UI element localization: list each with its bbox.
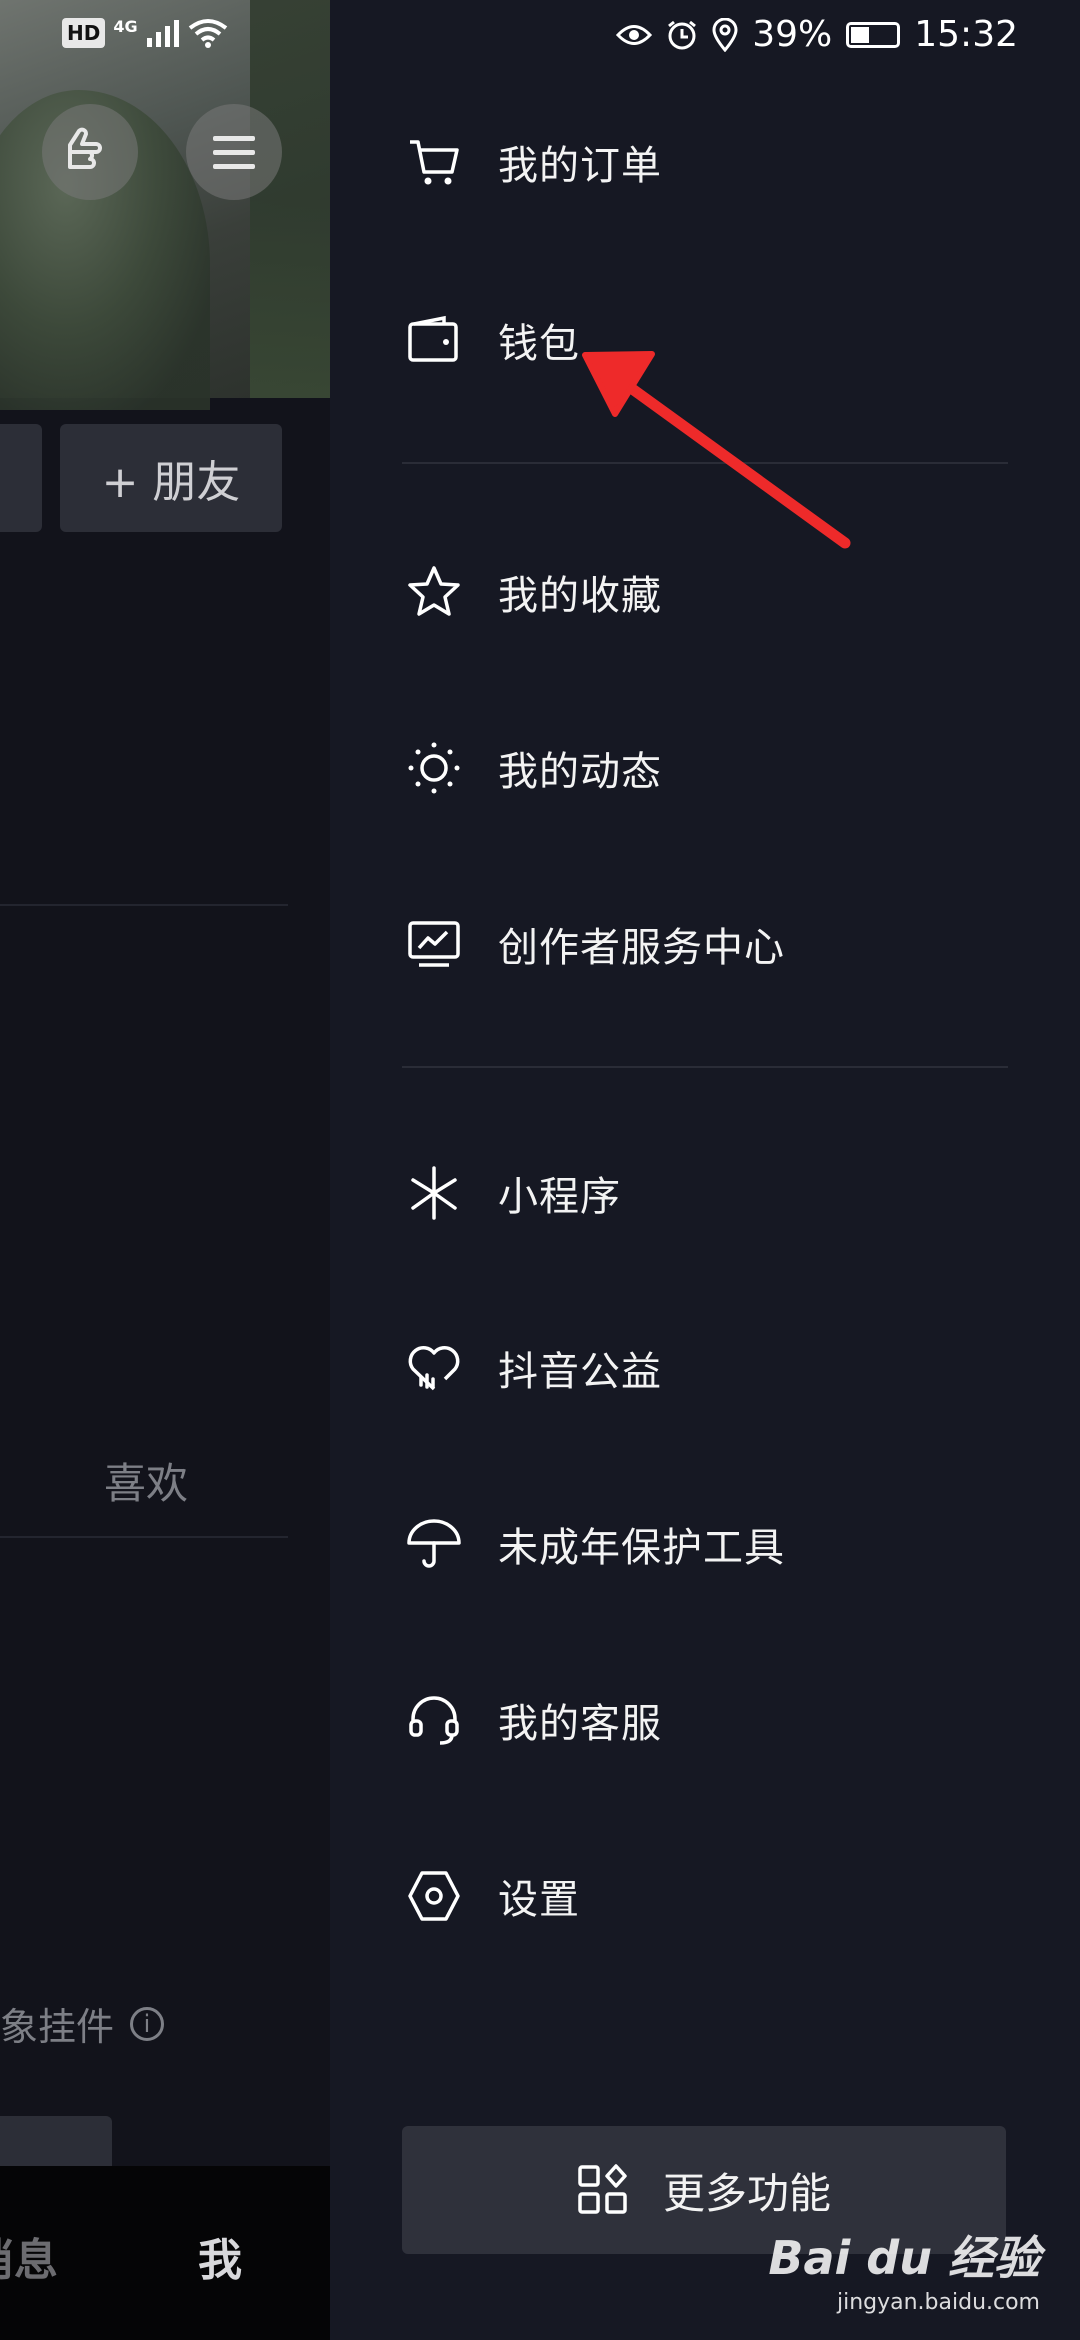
baidu-watermark: Bai du 经验 jingyan.baidu.com: [768, 2222, 1040, 2315]
arrow-head: [582, 351, 655, 417]
watermark-url: jingyan.baidu.com: [836, 2290, 1040, 2315]
watermark-title: Bai du 经验: [768, 2231, 1040, 2285]
arrow-shaft: [614, 374, 851, 549]
red-arrow-annotation: [582, 351, 851, 549]
